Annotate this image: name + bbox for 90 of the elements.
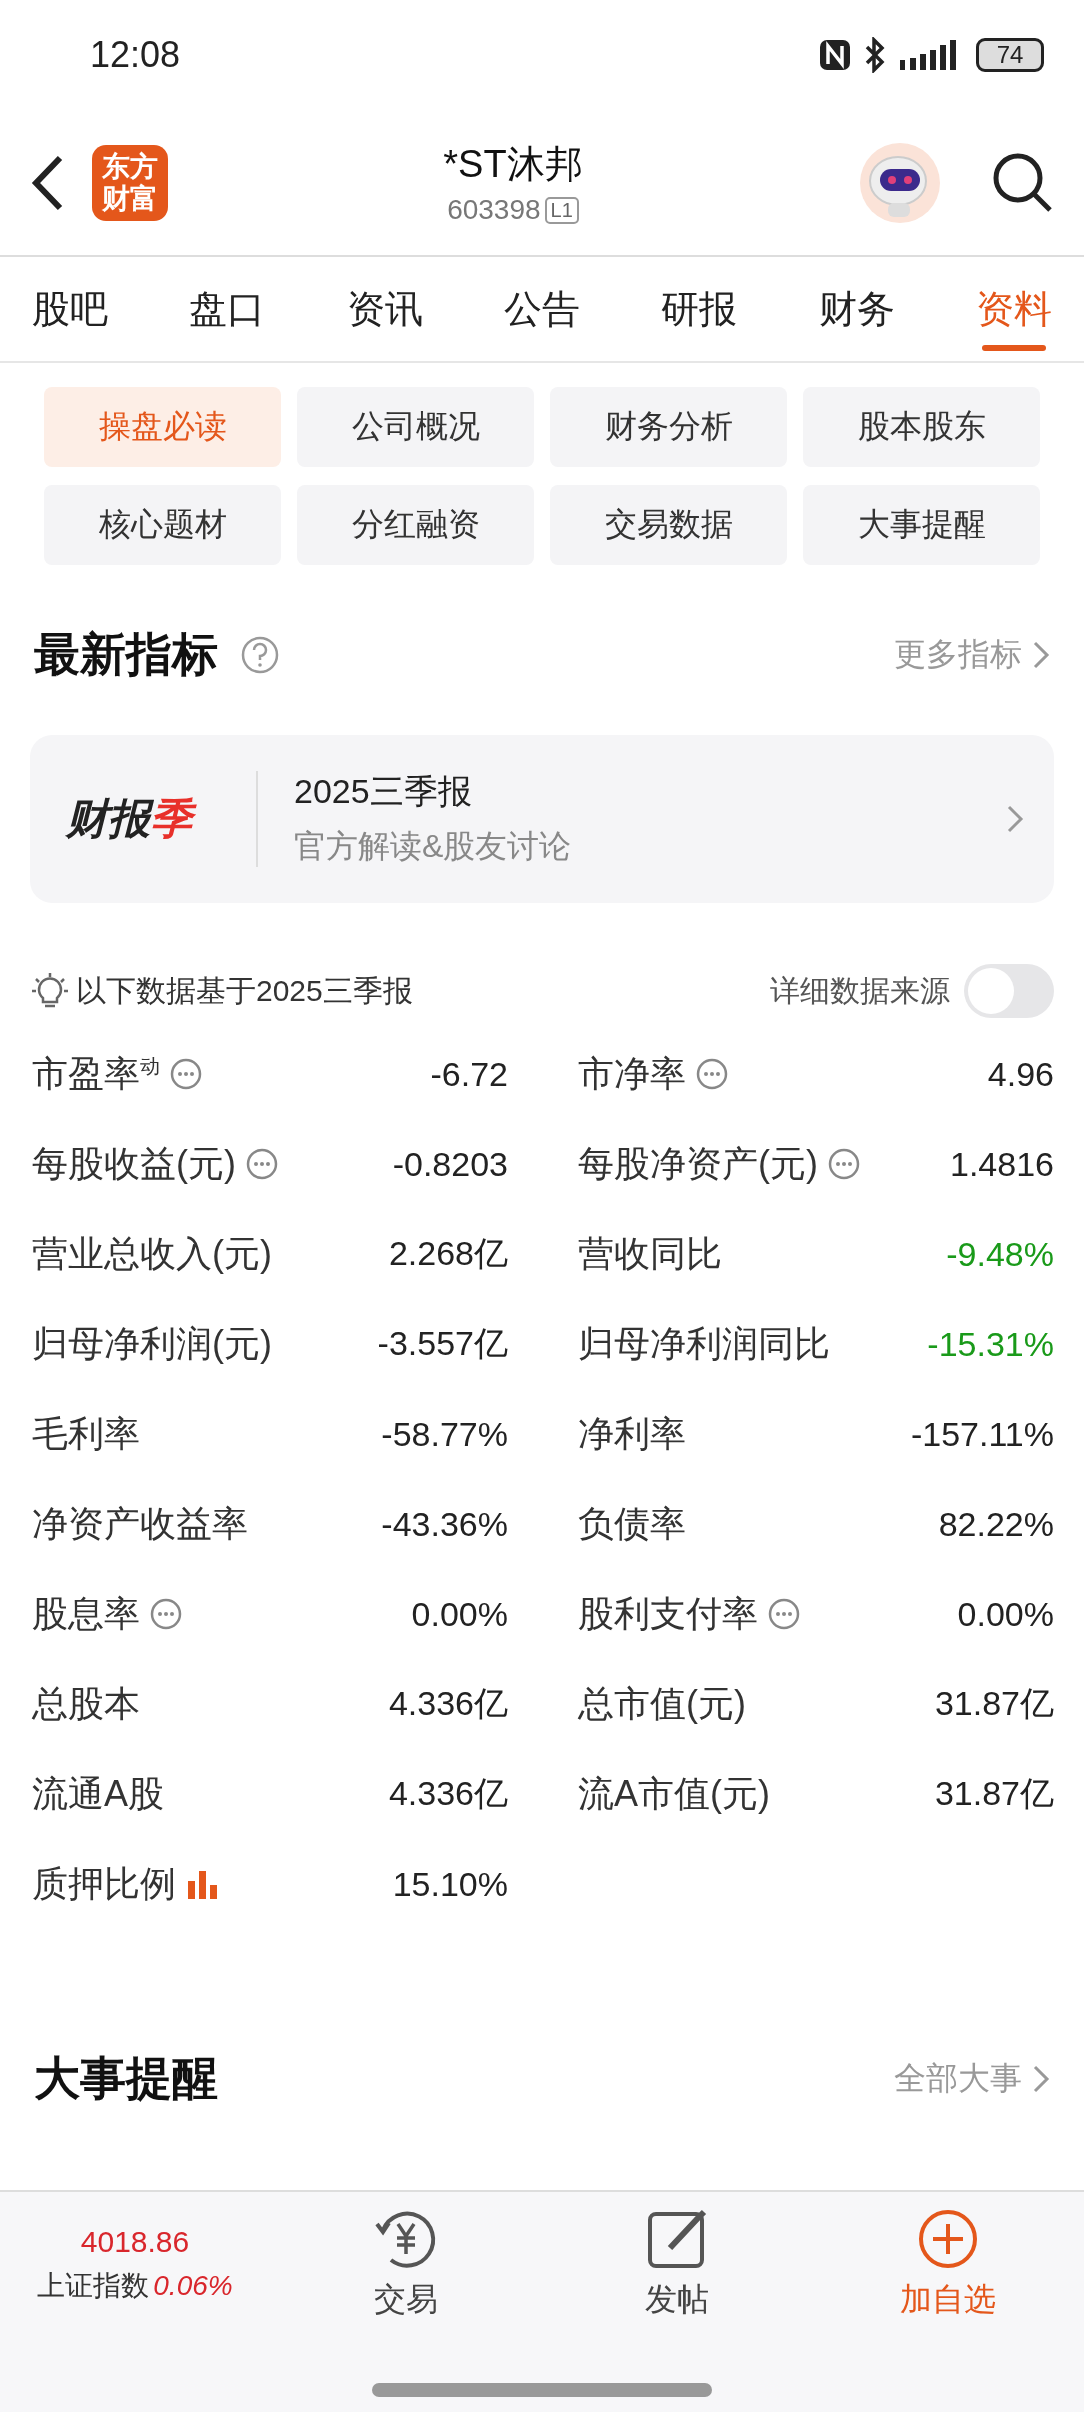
metric-label: 市盈率$^{动}$	[32, 1051, 160, 1096]
metric-label: 营收同比	[578, 1231, 722, 1276]
metric-label: 总市值(元)	[578, 1681, 746, 1726]
index-change: 0.06%	[153, 2269, 233, 2302]
metric-label: 每股净资产(元)	[578, 1141, 818, 1186]
metric-label: 流A市值(元)	[578, 1771, 770, 1816]
index-name: 上证指数	[37, 2268, 150, 2303]
tab[interactable]: 资料	[961, 257, 1066, 361]
report-title: 2025三季报	[294, 771, 473, 812]
sub-tab[interactable]: 核心题材	[44, 485, 281, 565]
report-season-logo: 财报季	[66, 791, 256, 847]
metric-value: -58.77%	[381, 1414, 508, 1454]
metric-value: 2.268亿	[388, 1233, 508, 1274]
section-title: 最新指标	[34, 627, 218, 682]
robot-avatar-icon[interactable]	[858, 140, 942, 225]
metric-value: -43.36%	[381, 1504, 508, 1544]
more-info-icon[interactable]	[828, 1148, 860, 1180]
metric-label: 总股本	[32, 1681, 140, 1726]
section-title: 大事提醒	[34, 2051, 218, 2106]
data-source-toggle[interactable]	[964, 964, 1054, 1018]
metric-value: 4.96	[987, 1054, 1054, 1094]
more-info-icon[interactable]	[696, 1058, 728, 1090]
metric-label: 净利率	[578, 1411, 686, 1456]
metric-value: 31.87亿	[934, 1683, 1054, 1724]
more-info-icon[interactable]	[768, 1598, 800, 1630]
tab[interactable]: 研报	[647, 257, 752, 361]
action-button[interactable]: 交易	[270, 2206, 542, 2323]
sub-tab[interactable]: 大事提醒	[803, 485, 1040, 565]
sub-tab[interactable]: 股本股东	[803, 387, 1040, 467]
edit-icon	[646, 2207, 708, 2270]
bar-chart-icon[interactable]	[186, 1869, 220, 1899]
tab[interactable]: 盘口	[175, 257, 280, 361]
metric-value: 15.10%	[392, 1864, 508, 1904]
report-subtitle: 官方解读&股友讨论	[294, 827, 573, 866]
battery-level: 74	[976, 38, 1044, 72]
metric-value: -15.31%	[927, 1324, 1054, 1364]
index-value: 4018.86	[80, 2224, 190, 2259]
stock-code: 603398	[447, 194, 541, 226]
metric-value: 4.336亿	[388, 1683, 508, 1724]
tab[interactable]: 财务	[804, 257, 909, 361]
metric-value: 0.00%	[411, 1594, 508, 1634]
toggle-label: 详细数据来源	[770, 972, 950, 1009]
more-info-icon[interactable]	[246, 1148, 278, 1180]
sub-tab[interactable]: 公司概况	[297, 387, 534, 467]
chevron-right-icon	[1032, 2064, 1050, 2094]
clock-time: 12:08	[90, 34, 181, 76]
nfc-icon	[818, 38, 852, 72]
sub-tab[interactable]: 分红融资	[297, 485, 534, 565]
chevron-right-icon	[1032, 640, 1050, 670]
metric-label: 股息率	[32, 1591, 140, 1636]
metric-label: 每股收益(元)	[32, 1141, 236, 1186]
more-info-icon[interactable]	[170, 1058, 202, 1090]
metric-label: 负债率	[578, 1501, 686, 1546]
metric-value: 82.22%	[938, 1504, 1054, 1544]
data-basis-note: 以下数据基于2025三季报	[76, 972, 413, 1009]
metric-value: 4.336亿	[388, 1773, 508, 1814]
action-button[interactable]: 发帖	[541, 2206, 813, 2323]
metric-label: 净资产收益率	[32, 1501, 248, 1546]
metric-label: 归母净利润同比	[578, 1321, 830, 1366]
add-icon	[917, 2207, 980, 2270]
metric-label: 股利支付率	[578, 1591, 758, 1636]
metric-value: 0.00%	[957, 1594, 1054, 1634]
metric-label: 质押比例	[32, 1861, 176, 1906]
app-logo: 东方财富	[92, 144, 168, 221]
metric-label: 市净率	[578, 1051, 686, 1096]
metric-value: -157.11%	[910, 1414, 1054, 1454]
metric-value: -9.48%	[946, 1234, 1054, 1274]
metric-label: 营业总收入(元)	[32, 1231, 272, 1276]
metric-label: 流通A股	[32, 1771, 164, 1816]
metric-label: 归母净利润(元)	[32, 1321, 272, 1366]
level-badge: L1	[544, 196, 579, 224]
tab[interactable]: 公告	[490, 257, 594, 361]
bluetooth-icon	[864, 37, 886, 73]
sub-tab[interactable]: 交易数据	[550, 485, 787, 565]
tab[interactable]: 资讯	[332, 257, 437, 361]
search-icon[interactable]	[992, 151, 1054, 214]
metric-value: 1.4816	[950, 1144, 1054, 1184]
sub-tab[interactable]: 财务分析	[550, 387, 787, 467]
tab[interactable]: 股吧	[18, 257, 122, 361]
metric-value: -3.557亿	[377, 1323, 508, 1364]
back-icon[interactable]	[30, 153, 64, 212]
report-card[interactable]: 财报季 2025三季报 官方解读&股友讨论	[30, 735, 1054, 903]
more-info-icon[interactable]	[150, 1598, 182, 1630]
metric-label: 毛利率	[32, 1411, 140, 1456]
stock-name: *ST沐邦	[443, 142, 583, 187]
chevron-right-icon	[1006, 804, 1024, 834]
metric-value: -6.72	[430, 1054, 508, 1094]
metric-value: -0.8203	[392, 1144, 508, 1184]
metric-value: 31.87亿	[934, 1773, 1054, 1814]
help-icon[interactable]	[240, 635, 280, 675]
